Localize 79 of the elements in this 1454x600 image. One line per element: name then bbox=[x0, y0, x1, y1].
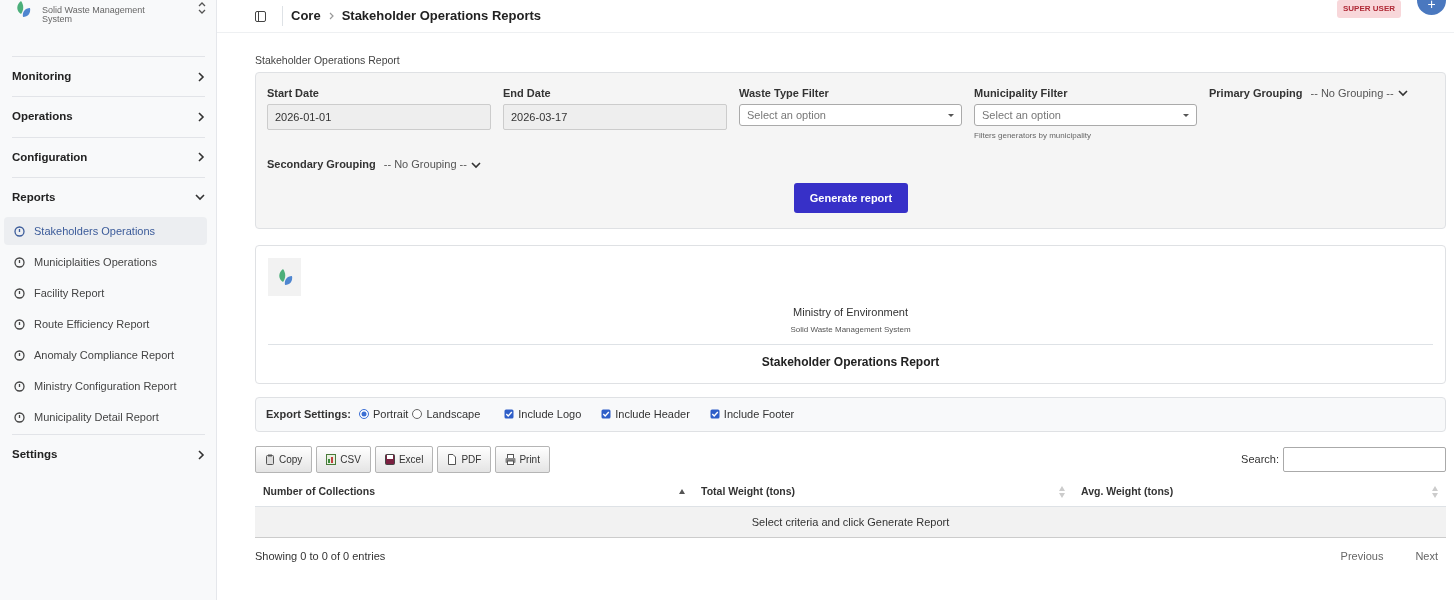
help-text: Filters generators by municipality bbox=[974, 130, 1092, 143]
sidebar-item[interactable]: Municiplaities Operations bbox=[4, 248, 207, 276]
sidebar-section[interactable]: Monitoring bbox=[12, 56, 205, 97]
sidebar-item[interactable]: Anomaly Compliance Report bbox=[4, 341, 207, 369]
export-button[interactable]: Copy bbox=[255, 445, 313, 473]
updown-icon[interactable] bbox=[198, 2, 206, 14]
column-header[interactable]: Number of Collections bbox=[255, 477, 693, 506]
system-name: Solid Waste Management System bbox=[789, 324, 912, 337]
grouping-select[interactable]: -- No Grouping -- bbox=[383, 156, 481, 173]
role-badge: SUPER USER bbox=[1337, 0, 1401, 18]
chevron-down-icon bbox=[1397, 89, 1408, 97]
sidebar-section[interactable]: Operations bbox=[12, 96, 205, 137]
empty-table-message: Select criteria and click Generate Report bbox=[255, 506, 1446, 538]
caret-icon bbox=[948, 113, 954, 117]
clipboard-icon bbox=[265, 453, 276, 465]
checkbox-checked-icon[interactable] bbox=[709, 409, 720, 420]
circle-icon bbox=[14, 256, 25, 268]
select-field[interactable]: Select an option bbox=[974, 104, 1197, 127]
sidebar-toggle-icon[interactable] bbox=[255, 10, 266, 22]
column-header[interactable]: Avg. Weight (tons) bbox=[1073, 477, 1446, 506]
printer-icon bbox=[505, 453, 517, 465]
sidebar-item[interactable]: Municipality Detail Report bbox=[4, 403, 207, 431]
radio-option[interactable]: Portrait bbox=[358, 406, 409, 423]
radio-option[interactable]: Landscape bbox=[412, 406, 481, 423]
pagination-link[interactable]: Previous bbox=[1332, 548, 1392, 565]
circle-icon bbox=[14, 318, 25, 330]
table-info: Showing 0 to 0 of 0 entries bbox=[255, 549, 386, 564]
radio-checked-icon[interactable] bbox=[358, 409, 369, 420]
circle-icon bbox=[14, 287, 25, 299]
leaf-logo-icon bbox=[14, 0, 32, 18]
checkbox-option[interactable]: Include Footer bbox=[709, 406, 795, 423]
organization-name: Ministry of Environment bbox=[792, 304, 909, 320]
pagination-link[interactable]: Next bbox=[1407, 548, 1446, 565]
circle-icon bbox=[14, 380, 25, 392]
checkbox-option[interactable]: Include Header bbox=[601, 406, 690, 423]
report-title: Stakeholder Operations Report bbox=[268, 344, 1433, 372]
export-button[interactable]: Print bbox=[495, 445, 550, 473]
export-button[interactable]: Excel bbox=[374, 445, 434, 473]
circle-icon bbox=[14, 411, 25, 423]
sidebar-section[interactable]: Settings bbox=[12, 434, 205, 475]
checkbox-option[interactable]: Include Logo bbox=[504, 406, 582, 423]
chevron-down-icon bbox=[470, 160, 481, 169]
document-icon bbox=[447, 453, 459, 465]
grouping-select[interactable]: -- No Grouping -- bbox=[1310, 84, 1408, 102]
field-label: End Date bbox=[503, 85, 552, 101]
field-label: Secondary Grouping bbox=[267, 157, 376, 173]
export-label: Export Settings: bbox=[266, 407, 351, 422]
field-label: Primary Grouping bbox=[1209, 85, 1303, 101]
export-button[interactable]: PDF bbox=[437, 445, 492, 473]
checkbox-checked-icon[interactable] bbox=[601, 409, 612, 420]
caret-icon bbox=[1183, 113, 1189, 117]
export-button[interactable]: CSV bbox=[316, 445, 371, 473]
generate-report-button[interactable]: Generate report bbox=[793, 182, 909, 214]
form-title: Stakeholder Operations Report bbox=[255, 53, 401, 68]
sidebar-section[interactable]: Configuration bbox=[12, 136, 205, 177]
search-label: Search: bbox=[1241, 452, 1279, 467]
add-button[interactable]: + bbox=[1417, 0, 1446, 15]
sort-ascending-icon[interactable] bbox=[679, 489, 685, 495]
checkbox-checked-icon[interactable] bbox=[504, 409, 515, 420]
date-field[interactable]: 2026-03-17 bbox=[503, 104, 727, 131]
sidebar-item[interactable]: Ministry Configuration Report bbox=[4, 372, 207, 400]
radio-icon[interactable] bbox=[412, 409, 423, 420]
field-label: Municipality Filter bbox=[974, 85, 1069, 101]
sidebar-item[interactable]: Route Efficiency Report bbox=[4, 310, 207, 338]
page-title: Stakeholder Operations Reports bbox=[341, 7, 541, 26]
circle-icon bbox=[14, 225, 25, 237]
column-header[interactable]: Total Weight (tons) bbox=[693, 477, 1073, 506]
select-field[interactable]: Select an option bbox=[739, 104, 962, 127]
spreadsheet-icon bbox=[326, 453, 338, 465]
field-label: Start Date bbox=[267, 85, 320, 101]
field-label: Waste Type Filter bbox=[739, 85, 830, 101]
sidebar-item[interactable]: Facility Report bbox=[4, 279, 207, 307]
date-field[interactable]: 2026-01-01 bbox=[267, 104, 491, 131]
breadcrumb-link[interactable]: Core bbox=[291, 6, 321, 26]
circle-icon bbox=[14, 349, 25, 361]
breadcrumb-separator-icon bbox=[328, 12, 334, 20]
sidebar-item[interactable]: Stakeholders Operations bbox=[4, 217, 207, 245]
search-field[interactable] bbox=[1283, 446, 1446, 472]
app-name: Solid Waste Management System bbox=[42, 6, 146, 24]
